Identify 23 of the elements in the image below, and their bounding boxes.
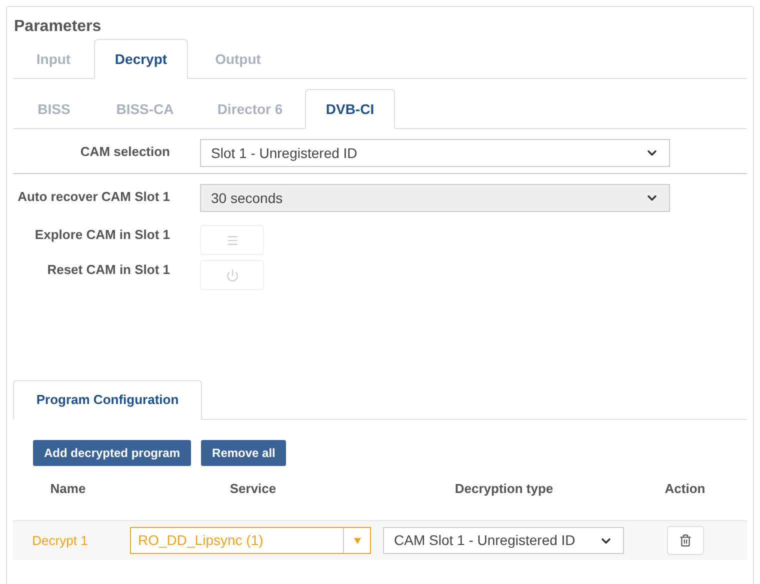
field-label: Auto recover CAM Slot 1 <box>16 188 170 206</box>
remove-all-button[interactable]: Remove all <box>201 440 286 466</box>
field-label: Explore CAM in Slot 1 <box>34 226 170 244</box>
panel-title: Parameters <box>14 17 102 37</box>
trash-icon <box>678 534 692 547</box>
tab[interactable]: Decrypt <box>94 39 188 79</box>
dropdown[interactable]: CAM Slot 1 - Unregistered ID <box>383 527 624 554</box>
add-button[interactable]: Add decrypted program <box>33 440 192 466</box>
dropdown[interactable]: Slot 1 - Unregistered ID <box>200 139 670 167</box>
column-header: Service <box>230 481 276 496</box>
column-header: Action <box>664 481 706 496</box>
caret-icon <box>354 538 360 544</box>
column-header: Decryption type <box>454 481 554 496</box>
column-header: Name <box>50 481 86 496</box>
delete-button[interactable] <box>666 526 704 555</box>
menu-icon <box>226 234 238 246</box>
tab[interactable]: Program Configuration <box>13 380 202 420</box>
power-icon <box>226 268 238 282</box>
table-cell-text: Decrypt 1 <box>32 532 88 550</box>
tab[interactable]: DVB-CI <box>305 89 395 129</box>
combobox-value: RO_DD_Lipsync (1) <box>137 531 264 550</box>
field-label: Reset CAM in Slot 1 <box>46 261 170 279</box>
field-label: CAM selection <box>79 143 170 162</box>
